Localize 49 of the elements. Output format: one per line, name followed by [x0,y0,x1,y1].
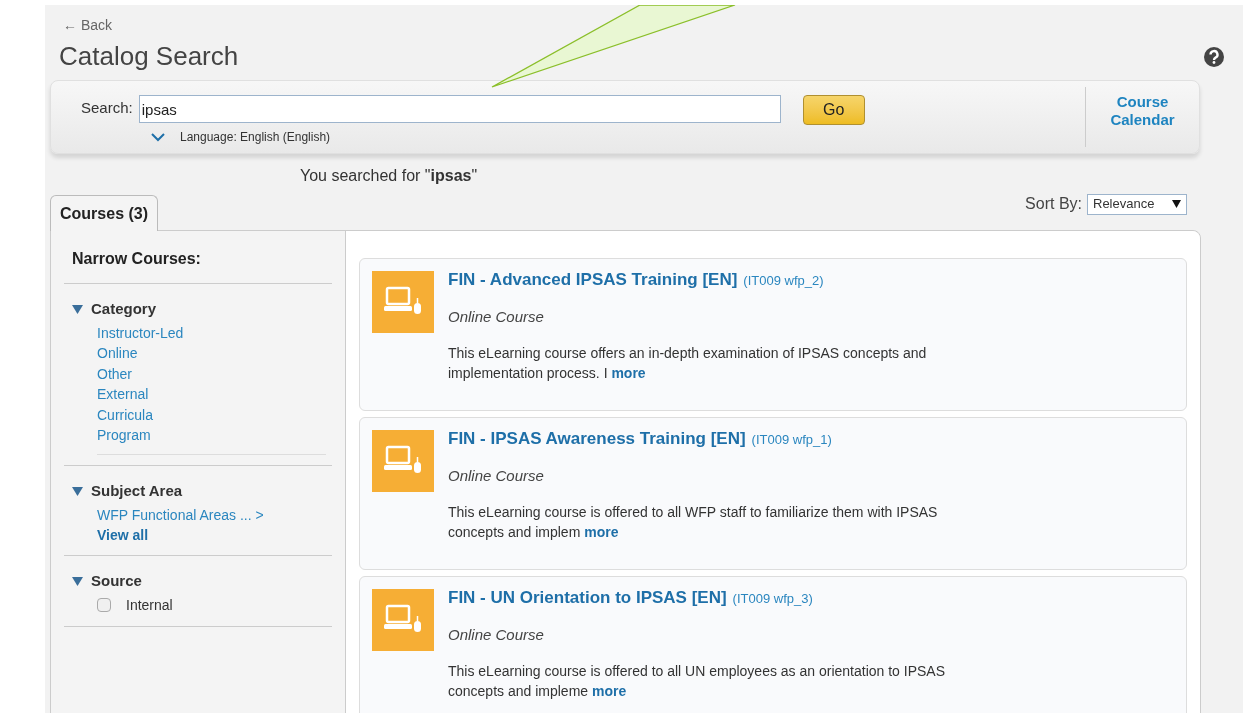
course-code: (IT009 wfp_2) [743,272,824,290]
search-label: Search: [81,98,133,118]
facet-link[interactable]: Program [97,425,332,447]
checkbox-label: Internal [126,595,173,615]
page-title: Catalog Search [59,40,239,73]
more-link[interactable]: more [611,365,646,381]
facet-link[interactable]: Instructor-Led [97,322,332,344]
view-all-link[interactable]: View all [97,525,332,546]
narrow-title: Narrow Courses: [64,247,332,284]
course-type: Online Course [448,306,545,327]
back-link[interactable]: ← Back [63,17,112,33]
tab[interactable]: Courses (3) [50,195,159,231]
search-summary: You searched for "ipsas" [300,167,478,184]
search-field[interactable]: ipsas [138,95,781,123]
facet-title: Subject Area [91,481,183,502]
sort-label: Sort By: [1025,194,1082,214]
course-code: (IT009 wfp_3) [732,590,813,608]
course-title-link[interactable]: FIN - IPSAS Awareness Training [EN] [448,426,746,452]
course-code: (IT009 wfp_1) [751,431,832,449]
course-calendar-link[interactable]: Course Calendar [1102,93,1183,147]
collapse-triangle-icon[interactable] [72,486,83,497]
collapse-triangle-icon[interactable] [72,304,83,315]
facet-link[interactable]: Other [97,363,332,385]
more-link[interactable]: more [591,683,627,699]
course-title-link[interactable]: FIN - Advanced IPSAS Training [EN] [448,267,738,293]
sort-dropdown[interactable]: Relevance [1087,193,1187,215]
more-link[interactable]: more [584,524,619,540]
facet-title: Source [91,571,142,592]
computer-icon [372,271,434,333]
course-description: This eLearning course is offered to all WFP staff to familiarize them with IPSAS concepts and implem more [448,503,939,542]
computer-icon [372,589,434,651]
facet-title: Category [91,299,157,319]
facet-link[interactable]: Curricula [97,404,332,426]
language-label: Language: English (English) [180,129,331,146]
course-title-link[interactable]: FIN - UN Orientation to IPSAS [EN] [448,585,727,611]
chevron-down-icon[interactable] [151,132,165,142]
course-description: This eLearning course is offered to all UN employees as an orientation to IPSAS concepts and impleme more [448,662,946,701]
course-type: Online Course [448,465,545,486]
go-button[interactable]: Go [802,95,865,125]
course-description: This eLearning course offers an in-depth examination of IPSAS concepts and implementation process. I more [448,344,928,383]
course-type: Online Course [448,624,545,645]
facet-link[interactable]: Online [97,343,332,364]
collapse-triangle-icon[interactable] [72,576,83,587]
facet-link[interactable]: WFP Functional Areas ... > [97,504,332,526]
facet-link[interactable]: External [97,384,332,405]
help-icon[interactable] [1203,45,1225,68]
checkbox[interactable] [97,598,111,613]
computer-icon [372,430,434,492]
dropdown-arrow-icon [1172,200,1181,208]
